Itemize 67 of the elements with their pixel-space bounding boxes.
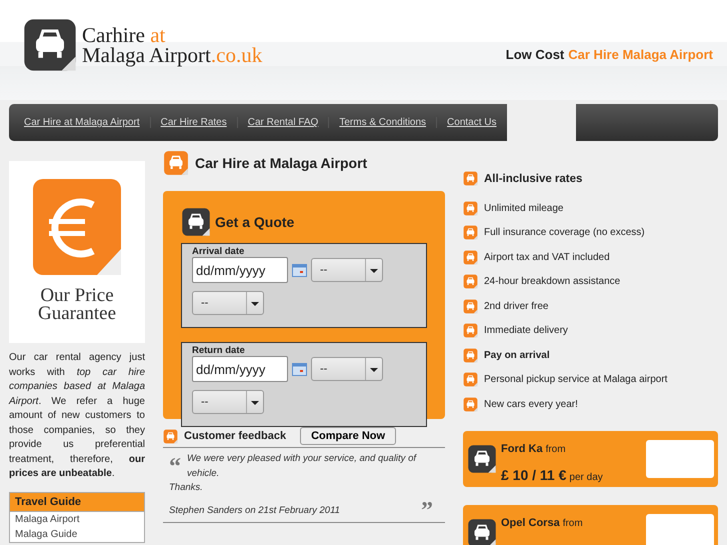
rate-feature: Immediate delivery [484,325,568,336]
date-input[interactable]: dd/mm/yyyy [192,356,288,382]
rate-feature: 2nd driver free [484,300,548,312]
car-photo-placeholder [646,440,714,478]
car-offer-card[interactable]: Opel Corsa from [463,504,718,545]
feedback-text: We were very pleased with your service, and quality of vehicle. [187,452,418,480]
price-unit: per day [569,472,603,482]
travel-guide-link[interactable]: Malaga Airport [10,512,144,526]
nav-link[interactable]: Car Rental FAQ [238,117,330,128]
car-sticker-icon [463,396,478,412]
field-label: Return date [192,345,246,356]
nav-link[interactable]: Car Hire Rates [150,117,238,128]
calendar-icon[interactable] [292,264,307,276]
car-sticker-icon [463,274,478,290]
car-name: Opel Corsa [501,516,560,528]
quote-title: Get a Quote [215,214,294,230]
from-label: from [546,444,566,454]
nav-link[interactable]: Car Hire at Malaga Airport [14,117,151,128]
car-sticker-icon [467,444,497,474]
nav-link[interactable]: Contact Us [437,117,507,128]
car-name: Ford Ka [501,442,543,454]
car-sticker-icon [463,200,478,216]
car-sticker-icon [467,518,497,545]
car-sticker-icon [163,150,189,176]
time-select[interactable]: -- [311,357,383,381]
compare-now-button[interactable]: Compare Now [300,427,396,445]
calendar-icon[interactable] [292,362,307,376]
rate-feature: Unlimited mileage [484,202,564,214]
tagline-accent: Car Hire Malaga Airport [568,46,713,62]
travel-guide-link[interactable]: Malaga Guide [10,526,144,542]
car-offer-card[interactable]: Ford Ka from £ 10 / 11 € per day [463,430,718,486]
feedback-author: Stephen Sanders on 21st February 2011 [169,504,340,518]
field-label: Arrival date [192,246,246,257]
page-title: Car Hire at Malaga Airport [195,155,368,171]
rate-feature: Pay on arrival [484,350,550,361]
rate-feature: New cars every year! [484,398,578,410]
car-sticker-icon [463,250,478,265]
car-sticker-icon [463,323,478,338]
agency-description: Our car rental agency just works with top car hire companies based at Malaga Airport. We refer a huge amount of new customers to those companies, so they provide us preferential treatment, therefore, our prices are unbeatable. [9,351,145,481]
from-label: from [562,518,583,528]
guarantee-title: Our Price [39,287,115,305]
car-sticker-icon [163,428,178,444]
rates-title: All-inclusive rates [484,172,582,184]
car-sticker-icon [463,348,478,363]
rate-feature: Full insurance coverage (no excess) [484,227,645,238]
time-select[interactable]: -- [192,291,264,315]
feedback-title: Customer feedback [184,430,286,442]
travel-guide-title: Travel Guide [10,492,144,512]
car-sticker-icon [463,171,478,186]
rate-feature: Personal pickup service at Malaga airport [484,374,668,386]
date-input[interactable]: dd/mm/yyyy [192,257,288,283]
tagline-text: Low Cost [506,46,564,62]
logo-car-icon [22,17,78,73]
feedback-thanks: Thanks. [169,481,204,495]
nav-link[interactable]: Terms & Conditions [329,117,438,128]
rate-feature: Airport tax and VAT included [484,252,610,263]
time-select[interactable]: -- [192,390,264,414]
rate-feature: 24-hour breakdown assistance [484,276,620,288]
car-sticker-icon [181,207,211,237]
car-sticker-icon [463,298,478,314]
guarantee-title: Guarantee [38,305,116,323]
car-photo-placeholder [646,514,714,545]
car-sticker-icon [463,225,478,240]
car-price: £ 10 / 11 € [501,466,566,482]
time-select[interactable]: -- [311,258,383,282]
logo-text-accent: .co.uk [210,43,262,67]
car-sticker-icon [463,372,478,388]
